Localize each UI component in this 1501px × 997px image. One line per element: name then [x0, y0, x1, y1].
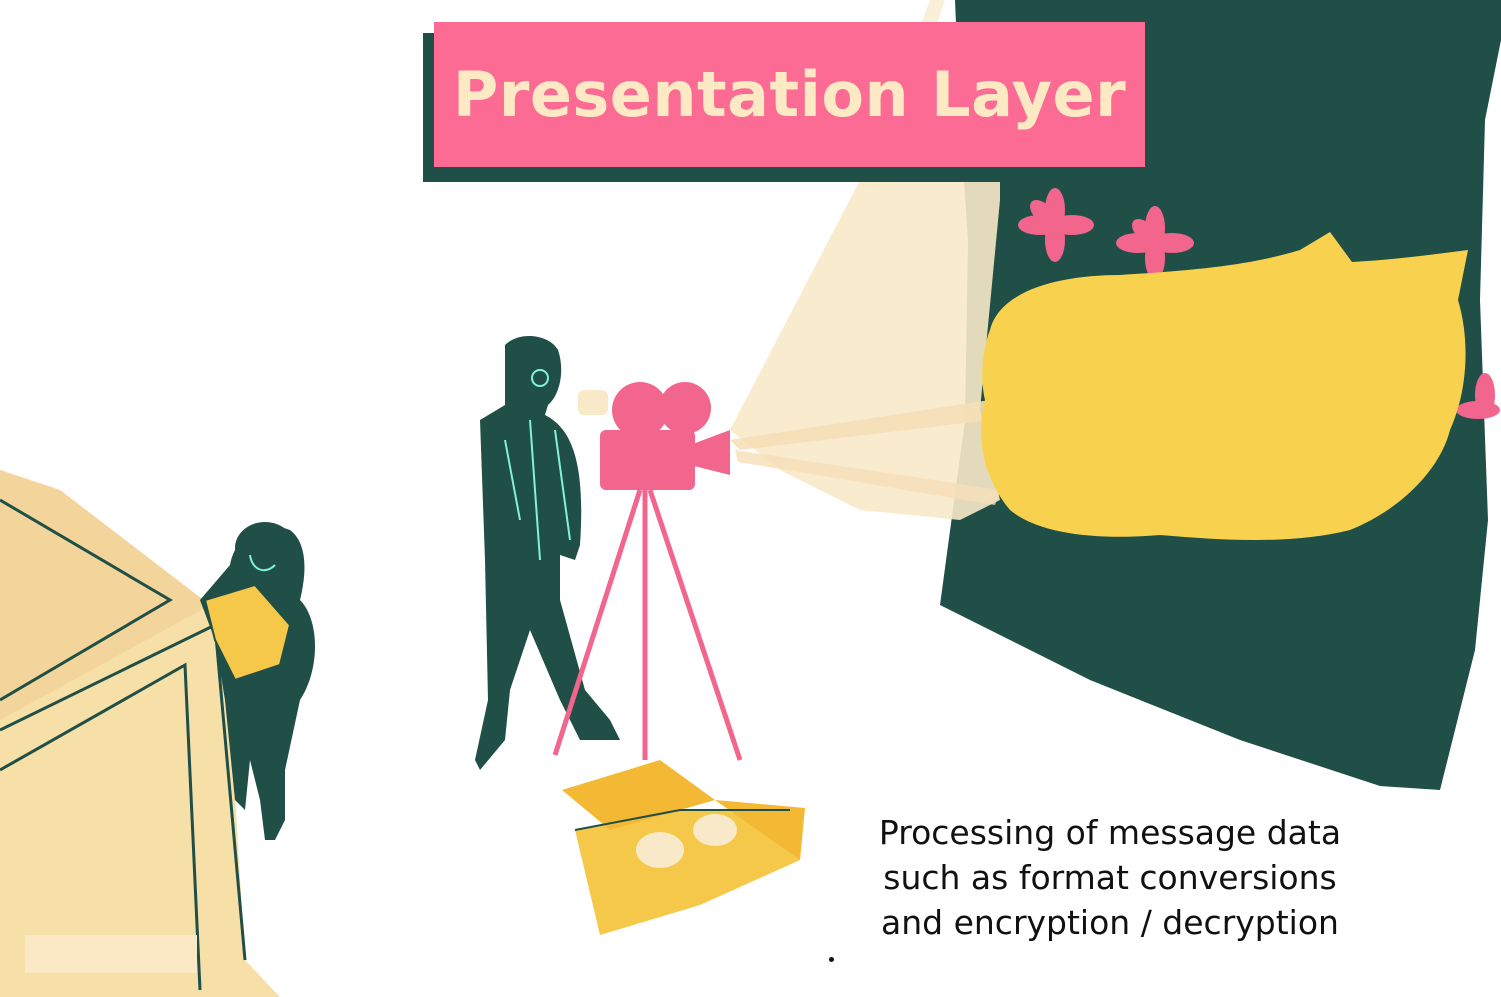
- crate-label: [25, 935, 197, 973]
- camera-icon: [578, 382, 730, 490]
- page-title: Presentation Layer: [452, 58, 1127, 131]
- canvas: Presentation Layer Processing of message…: [0, 0, 1501, 997]
- caption: Processing of message data such as forma…: [830, 810, 1390, 945]
- cardboard-box-icon: [562, 760, 805, 935]
- caption-line: and encryption / decryption: [881, 903, 1339, 942]
- stray-dot: [829, 957, 834, 962]
- caption-line: such as format conversions: [883, 858, 1337, 897]
- caption-line: Processing of message data: [878, 813, 1342, 852]
- title-banner: Presentation Layer: [434, 22, 1145, 167]
